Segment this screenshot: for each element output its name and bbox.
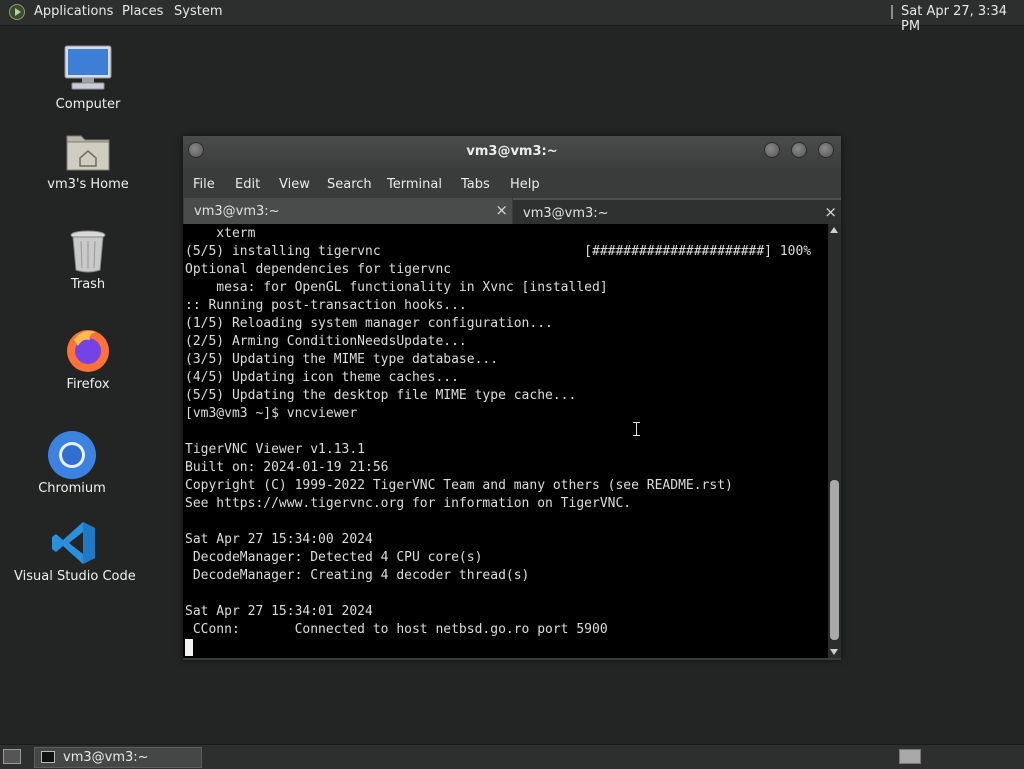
terminal-line: (4/5) Updating icon theme caches... <box>185 370 459 385</box>
bottom-panel: vm3@vm3:~ <box>0 744 1024 769</box>
scroll-down-icon[interactable] <box>830 649 838 655</box>
scroll-up-icon[interactable] <box>830 227 838 233</box>
terminal-line: (1/5) Reloading system manager configura… <box>185 316 553 331</box>
terminal-line: Copyright (C) 1999-2022 TigerVNC Team an… <box>185 478 733 493</box>
taskbar-window-label: vm3@vm3:~ <box>63 750 149 765</box>
window-titlebar[interactable]: vm3@vm3:~ <box>183 136 841 168</box>
menu-terminal[interactable]: Terminal <box>387 177 442 192</box>
workspace-switcher[interactable] <box>899 749 921 764</box>
terminal-scrollbar[interactable] <box>828 224 841 658</box>
menu-view[interactable]: View <box>279 177 310 192</box>
desktop-icon-chromium[interactable]: Chromium <box>24 430 120 498</box>
desktop-icon-label: Chromium <box>38 481 106 496</box>
trash-icon <box>70 230 106 273</box>
terminal-line: xterm <box>185 226 256 241</box>
terminal-line: Built on: 2024-01-19 21:56 <box>185 460 389 475</box>
system-menu[interactable]: System <box>174 4 222 19</box>
tab-close-icon[interactable]: × <box>824 203 837 221</box>
top-panel: Applications Places System Sat Apr 27, 3… <box>0 0 1024 34</box>
terminal-line: Sat Apr 27 15:34:00 2024 <box>185 532 373 547</box>
minimize-button[interactable] <box>764 142 780 158</box>
terminal-icon <box>41 751 55 763</box>
terminal-line: Sat Apr 27 15:34:01 2024 <box>185 604 373 619</box>
terminal-line: DecodeManager: Detected 4 CPU core(s) <box>185 550 483 565</box>
desktop-icon-label: Visual Studio Code <box>14 569 136 584</box>
terminal-line: See https://www.tigervnc.org for informa… <box>185 496 632 511</box>
menu-search[interactable]: Search <box>327 177 372 192</box>
terminal-text: xterm (5/5) installing tigervnc [#######… <box>185 225 811 639</box>
desktop-icon-firefox[interactable]: Firefox <box>40 326 136 394</box>
desktop-icon-home[interactable]: vm3's Home <box>40 130 136 194</box>
computer-icon <box>64 45 112 90</box>
home-folder-icon <box>66 135 110 171</box>
terminal-output[interactable]: xterm (5/5) installing tigervnc [#######… <box>183 224 828 658</box>
menu-file[interactable]: File <box>193 177 215 192</box>
desktop-icon-label: Trash <box>70 277 106 292</box>
applications-menu[interactable]: Applications <box>34 4 113 19</box>
terminal-line: mesa: for OpenGL functionality in Xvnc [… <box>185 280 608 295</box>
terminal-menubar: File Edit View Search Terminal Tabs Help <box>183 168 841 198</box>
tab-bar: vm3@vm3:~ × vm3@vm3:~ × <box>183 198 841 224</box>
panel-separator <box>891 5 893 19</box>
vscode-icon <box>52 522 95 564</box>
terminal-line: (5/5) Updating the desktop file MIME typ… <box>185 388 577 403</box>
desktop-icon-vscode[interactable]: Visual Studio Code <box>14 520 136 586</box>
terminal-cursor <box>185 639 193 656</box>
terminal-line: DecodeManager: Creating 4 decoder thread… <box>185 568 530 583</box>
tab-close-icon[interactable]: × <box>495 201 508 219</box>
applications-menu-icon[interactable] <box>9 4 25 20</box>
mouse-ibeam-cursor-icon <box>633 420 641 438</box>
desktop-icon-label: vm3's Home <box>47 177 129 192</box>
tab-label: vm3@vm3:~ <box>523 206 609 221</box>
window-title: vm3@vm3:~ <box>466 144 558 159</box>
tab-1[interactable]: vm3@vm3:~ × <box>184 198 512 224</box>
maximize-button[interactable] <box>791 142 807 158</box>
terminal-line: Optional dependencies for tigervnc <box>185 262 452 277</box>
terminal-line: TigerVNC Viewer v1.13.1 <box>185 442 366 457</box>
menu-help[interactable]: Help <box>510 177 540 192</box>
chromium-icon <box>48 431 96 479</box>
terminal-line: (3/5) Updating the MIME type database... <box>185 352 499 367</box>
terminal-line: CConn: Connected to host netbsd.go.ro po… <box>185 622 608 637</box>
terminal-window[interactable]: vm3@vm3:~ File Edit View Search Terminal… <box>183 136 841 660</box>
desktop-icon-label: Computer <box>55 97 121 112</box>
firefox-icon <box>67 330 109 372</box>
close-button[interactable] <box>818 142 834 158</box>
tab-label: vm3@vm3:~ <box>194 204 280 219</box>
terminal-line: :: Running post-transaction hooks... <box>185 298 467 313</box>
terminal-line: [vm3@vm3 ~]$ vncviewer <box>185 406 358 421</box>
terminal-line: (2/5) Arming ConditionNeedsUpdate... <box>185 334 467 349</box>
tab-2[interactable]: vm3@vm3:~ × <box>513 198 841 224</box>
scrollbar-thumb[interactable] <box>830 480 839 640</box>
desktop-icon-trash[interactable]: Trash <box>40 228 136 294</box>
menu-tabs[interactable]: Tabs <box>461 177 490 192</box>
menu-edit[interactable]: Edit <box>235 177 260 192</box>
desktop-icon-label: Firefox <box>66 377 110 392</box>
desktop-icon-computer[interactable]: Computer <box>40 44 136 114</box>
places-menu[interactable]: Places <box>122 4 163 19</box>
terminal-line: (5/5) installing tigervnc [#############… <box>185 244 812 259</box>
taskbar-window-button[interactable]: vm3@vm3:~ <box>34 747 202 768</box>
clock[interactable]: Sat Apr 27, 3:34 PM <box>901 4 1024 34</box>
show-desktop-icon[interactable] <box>3 749 21 764</box>
